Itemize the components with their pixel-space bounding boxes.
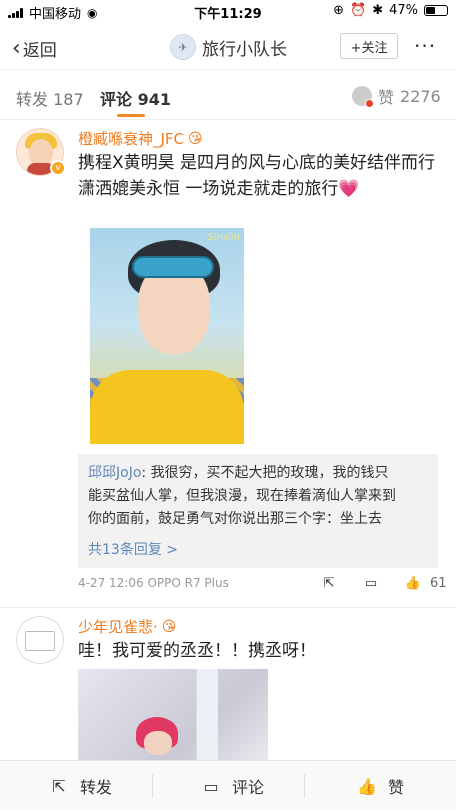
reply-line: 能买盆仙人掌，但我浪漫，现在捧着滴仙人掌来到 <box>88 488 396 504</box>
follow-button[interactable]: +关注 <box>340 33 398 59</box>
tab-comments[interactable]: 评论 941 <box>100 86 171 110</box>
battery-percent: 47% <box>389 3 418 18</box>
comment-button[interactable]: ▭ 评论 <box>200 761 264 811</box>
author-avatar: ✈ <box>170 34 196 60</box>
tab-comments-count: 941 <box>137 90 171 109</box>
reply-comment-button[interactable]: ▭ <box>360 572 382 594</box>
back-label: 返回 <box>22 41 57 61</box>
comment-item: v 橙臧喺衰神_JFC 😘 携程X黄明昊 是四月的风与心底的美好结伴而行 潇洒媲… <box>0 120 456 608</box>
bottom-action-bar: ⇱ 转发 ▭ 评论 👍 赞 <box>0 760 456 810</box>
comment-icon: ▭ <box>203 776 219 796</box>
photo-goggles <box>132 256 214 278</box>
reply-line: 你的面前，鼓足勇气对你说出那三个字：坐上去 <box>88 511 382 527</box>
tab-likes-count: 2276 <box>400 86 441 106</box>
comment-icon: ▭ <box>364 575 378 591</box>
comment-item: 少年见雀悲· 😘 哇！我可爱的丞丞！！携丞呀！ <box>0 608 456 760</box>
commenter-name-text: 橙臧喺衰神_JFC <box>78 130 185 148</box>
photo-beam <box>196 669 218 760</box>
divider <box>152 774 153 798</box>
fan-badge-icon: 😘 <box>161 618 177 635</box>
thumbs-up-icon: 👍 <box>404 575 422 591</box>
rotation-lock-icon: ⊕ <box>333 3 344 18</box>
back-button[interactable]: ‹ 返回 <box>12 36 57 61</box>
tab-repost-count: 187 <box>53 90 84 109</box>
repost-button[interactable]: ⇱ 转发 <box>48 761 112 811</box>
photo-face <box>144 731 172 755</box>
battery-icon <box>424 5 448 16</box>
verified-badge-icon: v <box>50 160 66 176</box>
like-comment-button[interactable]: 👍 61 <box>402 572 447 594</box>
comment-text: 携程X黄明昊 是四月的风与心底的美好结伴而行 潇洒媲美永恒 一场说走就走的旅行💗 <box>78 150 438 202</box>
commenter-name-text: 少年见雀悲· <box>78 618 158 636</box>
share-icon: ⇱ <box>323 575 335 591</box>
fan-badge-icon: 😘 <box>188 130 203 147</box>
tab-likes[interactable]: 赞 2276 <box>352 84 441 108</box>
reply-text: 邱邱JoJo: 我很穷，买不起大把的玫瑰，我的钱只 能买盆仙人掌，但我浪漫，现在… <box>88 462 428 531</box>
reply-author[interactable]: 邱邱JoJo <box>88 465 141 481</box>
like-label: 赞 <box>388 778 405 797</box>
tab-repost[interactable]: 转发 187 <box>16 86 84 110</box>
status-bar: 中国移动 ◉ 下午11:29 ⊕ ⏰ ✱ 47% <box>0 0 456 22</box>
more-options-icon[interactable]: ··· <box>414 34 436 58</box>
photo-body <box>90 370 244 444</box>
active-tab-indicator <box>117 114 145 117</box>
like-count: 61 <box>430 575 447 591</box>
comment-text: 哇！我可爱的丞丞！！携丞呀！ <box>78 641 316 661</box>
nav-bar: ‹ 返回 ✈ 旅行小队长 +关注 ··· <box>0 22 456 70</box>
tab-comments-label: 评论 <box>100 90 133 109</box>
nav-title: 旅行小队长 <box>202 39 287 60</box>
commenter-name[interactable]: 橙臧喺衰神_JFC 😘 <box>78 128 203 149</box>
status-right: ⊕ ⏰ ✱ 47% <box>333 3 448 18</box>
tab-bar: 转发 187 评论 941 赞 2276 <box>0 70 456 120</box>
liker-avatar <box>352 86 374 108</box>
more-replies-link[interactable]: 共13条回复 > <box>88 539 178 559</box>
divider <box>304 774 305 798</box>
comment-text-line: 携程X黄明昊 是四月的风与心底的美好结伴而行 <box>78 153 436 173</box>
comment-label: 评论 <box>232 778 265 797</box>
share-icon: ⇱ <box>52 776 66 796</box>
repost-label: 转发 <box>80 778 113 797</box>
tab-likes-label: 赞 <box>378 88 395 107</box>
reply-line: 我很穷，买不起大把的玫瑰，我的钱只 <box>150 465 389 481</box>
reply-box[interactable]: 邱邱JoJo: 我很穷，买不起大把的玫瑰，我的钱只 能买盆仙人掌，但我浪漫，现在… <box>78 454 438 568</box>
comment-meta: 4-27 12:06 OPPO R7 Plus <box>78 576 229 590</box>
comment-photo[interactable]: Sinslin <box>90 228 244 444</box>
comment-text-line: 潇洒媲美永恒 一场说走就走的旅行💗 <box>78 179 360 199</box>
tab-repost-label: 转发 <box>16 90 49 109</box>
bluetooth-icon: ✱ <box>372 3 384 18</box>
comment-photo[interactable] <box>78 669 268 760</box>
nav-title-group[interactable]: ✈ 旅行小队长 <box>170 34 287 60</box>
photo-watermark: Sinslin <box>207 232 240 243</box>
thumbs-up-icon: 👍 <box>357 776 377 796</box>
commenter-avatar[interactable] <box>16 616 64 664</box>
reply-colon: : <box>141 465 151 481</box>
alarm-icon: ⏰ <box>350 3 367 18</box>
chevron-left-icon: ‹ <box>12 35 21 61</box>
commenter-name[interactable]: 少年见雀悲· 😘 <box>78 616 176 637</box>
avatar-sketch <box>25 631 55 651</box>
like-button[interactable]: 👍 赞 <box>356 761 404 811</box>
battery-fill <box>426 7 435 14</box>
share-comment-button[interactable]: ⇱ <box>318 572 340 594</box>
